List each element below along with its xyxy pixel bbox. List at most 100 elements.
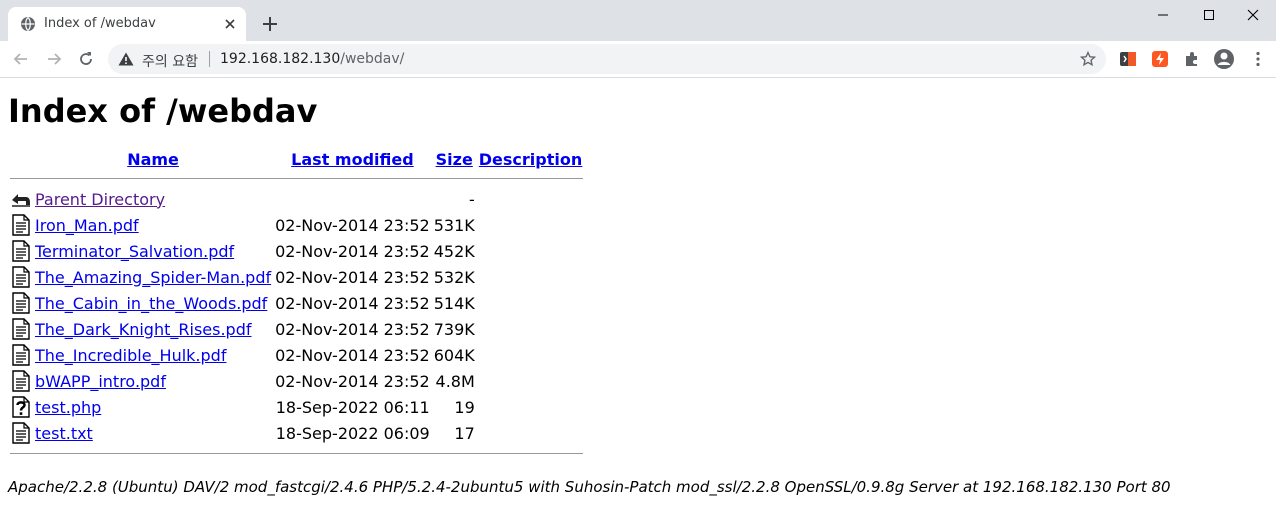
back-arrow-icon	[12, 194, 30, 207]
file-row: The_Dark_Knight_Rises.pdf 02-Nov-2014 23:…	[10, 317, 583, 341]
name-cell: Iron_Man.pdf	[34, 213, 272, 237]
description-cell	[478, 343, 583, 367]
modified-cell: 02-Nov-2014 23:52	[275, 293, 430, 313]
file-link[interactable]: test.php	[35, 398, 101, 417]
size-cell: 604K	[433, 345, 475, 365]
name-cell: test.php	[34, 395, 272, 419]
modified-cell: 02-Nov-2014 23:52	[275, 215, 430, 235]
page-title: Index of /webdav	[8, 92, 318, 130]
icon-cell	[10, 395, 32, 419]
document-icon	[12, 422, 30, 444]
security-warning-label[interactable]: 주의 요함	[142, 51, 198, 71]
file-link[interactable]: bWAPP_intro.pdf	[35, 372, 166, 391]
file-link[interactable]: The_Incredible_Hulk.pdf	[35, 346, 226, 365]
url-path: /webdav/	[340, 51, 405, 67]
file-link[interactable]: test.txt	[35, 424, 93, 443]
close-tab-icon[interactable]	[222, 16, 238, 32]
file-list: Iron_Man.pdf 02-Nov-2014 23:52 531K Termina…	[10, 213, 583, 445]
icon-cell	[10, 343, 32, 367]
sort-by-size-link[interactable]: Size	[436, 150, 473, 169]
url-text[interactable]: 192.168.182.130/webdav/	[220, 51, 404, 67]
minimize-button[interactable]	[1140, 0, 1186, 30]
file-row: The_Cabin_in_the_Woods.pdf 02-Nov-2014 23…	[10, 291, 583, 315]
description-cell	[478, 395, 583, 419]
arrow-right-icon	[48, 53, 62, 65]
name-cell: Terminator_Salvation.pdf	[34, 239, 272, 263]
globe-icon	[21, 17, 35, 31]
size-cell: 531K	[433, 215, 475, 235]
extension-icon[interactable]	[1119, 50, 1137, 68]
description-cell	[478, 369, 583, 393]
url-host: 192.168.182.130	[220, 51, 341, 67]
arrow-left-icon	[13, 53, 27, 65]
new-tab-icon[interactable]	[260, 14, 280, 34]
divider	[10, 453, 584, 454]
document-icon	[12, 214, 30, 236]
file-link[interactable]: Iron_Man.pdf	[35, 216, 139, 235]
address-divider	[209, 51, 210, 67]
size-cell: 17	[454, 423, 475, 443]
directory-listing: Name Last modified Size Description Pare…	[8, 147, 585, 462]
sort-by-description-link[interactable]: Description	[479, 150, 582, 169]
file-row: Terminator_Salvation.pdf 02-Nov-2014 23:5…	[10, 239, 583, 263]
description-column-header: Description	[478, 149, 583, 170]
icon-cell	[10, 213, 32, 237]
size-cell: 739K	[433, 319, 475, 339]
description-cell	[478, 239, 583, 263]
document-icon	[12, 292, 30, 314]
warning-icon[interactable]	[118, 52, 134, 66]
name-cell: The_Cabin_in_the_Woods.pdf	[34, 291, 272, 315]
page-content: Index of /webdav Name Last modified Size…	[8, 78, 1268, 496]
menu-dots-icon[interactable]	[1249, 50, 1267, 68]
description-cell	[478, 265, 583, 289]
sort-by-name-link[interactable]: Name	[127, 150, 179, 169]
file-row: The_Amazing_Spider-Man.pdf 02-Nov-2014 23…	[10, 265, 583, 289]
description-cell	[478, 317, 583, 341]
modified-column-header: Last modified	[274, 149, 431, 170]
browser-tab[interactable]: Index of /webdav	[8, 7, 246, 41]
window-close-button[interactable]	[1230, 0, 1276, 30]
file-link[interactable]: The_Amazing_Spider-Man.pdf	[35, 268, 271, 287]
name-cell: The_Dark_Knight_Rises.pdf	[34, 317, 272, 341]
icon-cell	[10, 369, 32, 393]
icon-cell	[10, 187, 32, 211]
name-cell: The_Amazing_Spider-Man.pdf	[34, 265, 272, 289]
parent-directory-link[interactable]: Parent Directory	[35, 190, 165, 209]
close-icon	[1247, 9, 1259, 21]
file-link[interactable]: Terminator_Salvation.pdf	[35, 242, 234, 261]
file-link[interactable]: The_Dark_Knight_Rises.pdf	[35, 320, 251, 339]
sort-by-modified-link[interactable]: Last modified	[291, 150, 414, 169]
reload-button[interactable]	[75, 48, 97, 70]
server-signature: Apache/2.2.8 (Ubuntu) DAV/2 mod_fastcgi/…	[8, 478, 1171, 496]
size-cell: 532K	[433, 267, 475, 287]
document-icon	[12, 240, 30, 262]
size-column-header: Size	[433, 149, 476, 170]
extension-bolt-icon[interactable]	[1151, 50, 1169, 68]
name-cell: bWAPP_intro.pdf	[34, 369, 272, 393]
icon-cell	[10, 265, 32, 289]
puzzle-piece-icon[interactable]	[1183, 50, 1201, 68]
file-link[interactable]: The_Cabin_in_the_Woods.pdf	[35, 294, 267, 313]
icon-cell	[10, 317, 32, 341]
listing-header: Name Last modified Size Description	[10, 149, 583, 170]
modified-cell: 02-Nov-2014 23:52	[275, 267, 430, 287]
back-button[interactable]	[10, 48, 32, 70]
profile-avatar-icon[interactable]	[1213, 48, 1235, 70]
divider	[10, 178, 584, 179]
address-bar[interactable]: 주의 요함 192.168.182.130/webdav/	[108, 44, 1106, 74]
icon-column-header	[10, 149, 32, 170]
document-icon	[12, 318, 30, 340]
browser-toolbar: 주의 요함 192.168.182.130/webdav/	[0, 41, 1276, 78]
separator-cell	[10, 172, 584, 185]
file-row: test.txt 18-Sep-2022 06:09 17	[10, 421, 583, 445]
maximize-button[interactable]	[1186, 0, 1232, 30]
document-icon	[12, 266, 30, 288]
size-cell: 19	[454, 397, 475, 417]
icon-cell	[10, 291, 32, 315]
separator-row	[10, 447, 584, 460]
name-cell: test.txt	[34, 421, 272, 445]
icon-cell	[10, 239, 32, 263]
size-cell: 514K	[433, 293, 475, 313]
bookmark-star-icon[interactable]	[1080, 51, 1096, 67]
forward-button[interactable]	[43, 48, 65, 70]
